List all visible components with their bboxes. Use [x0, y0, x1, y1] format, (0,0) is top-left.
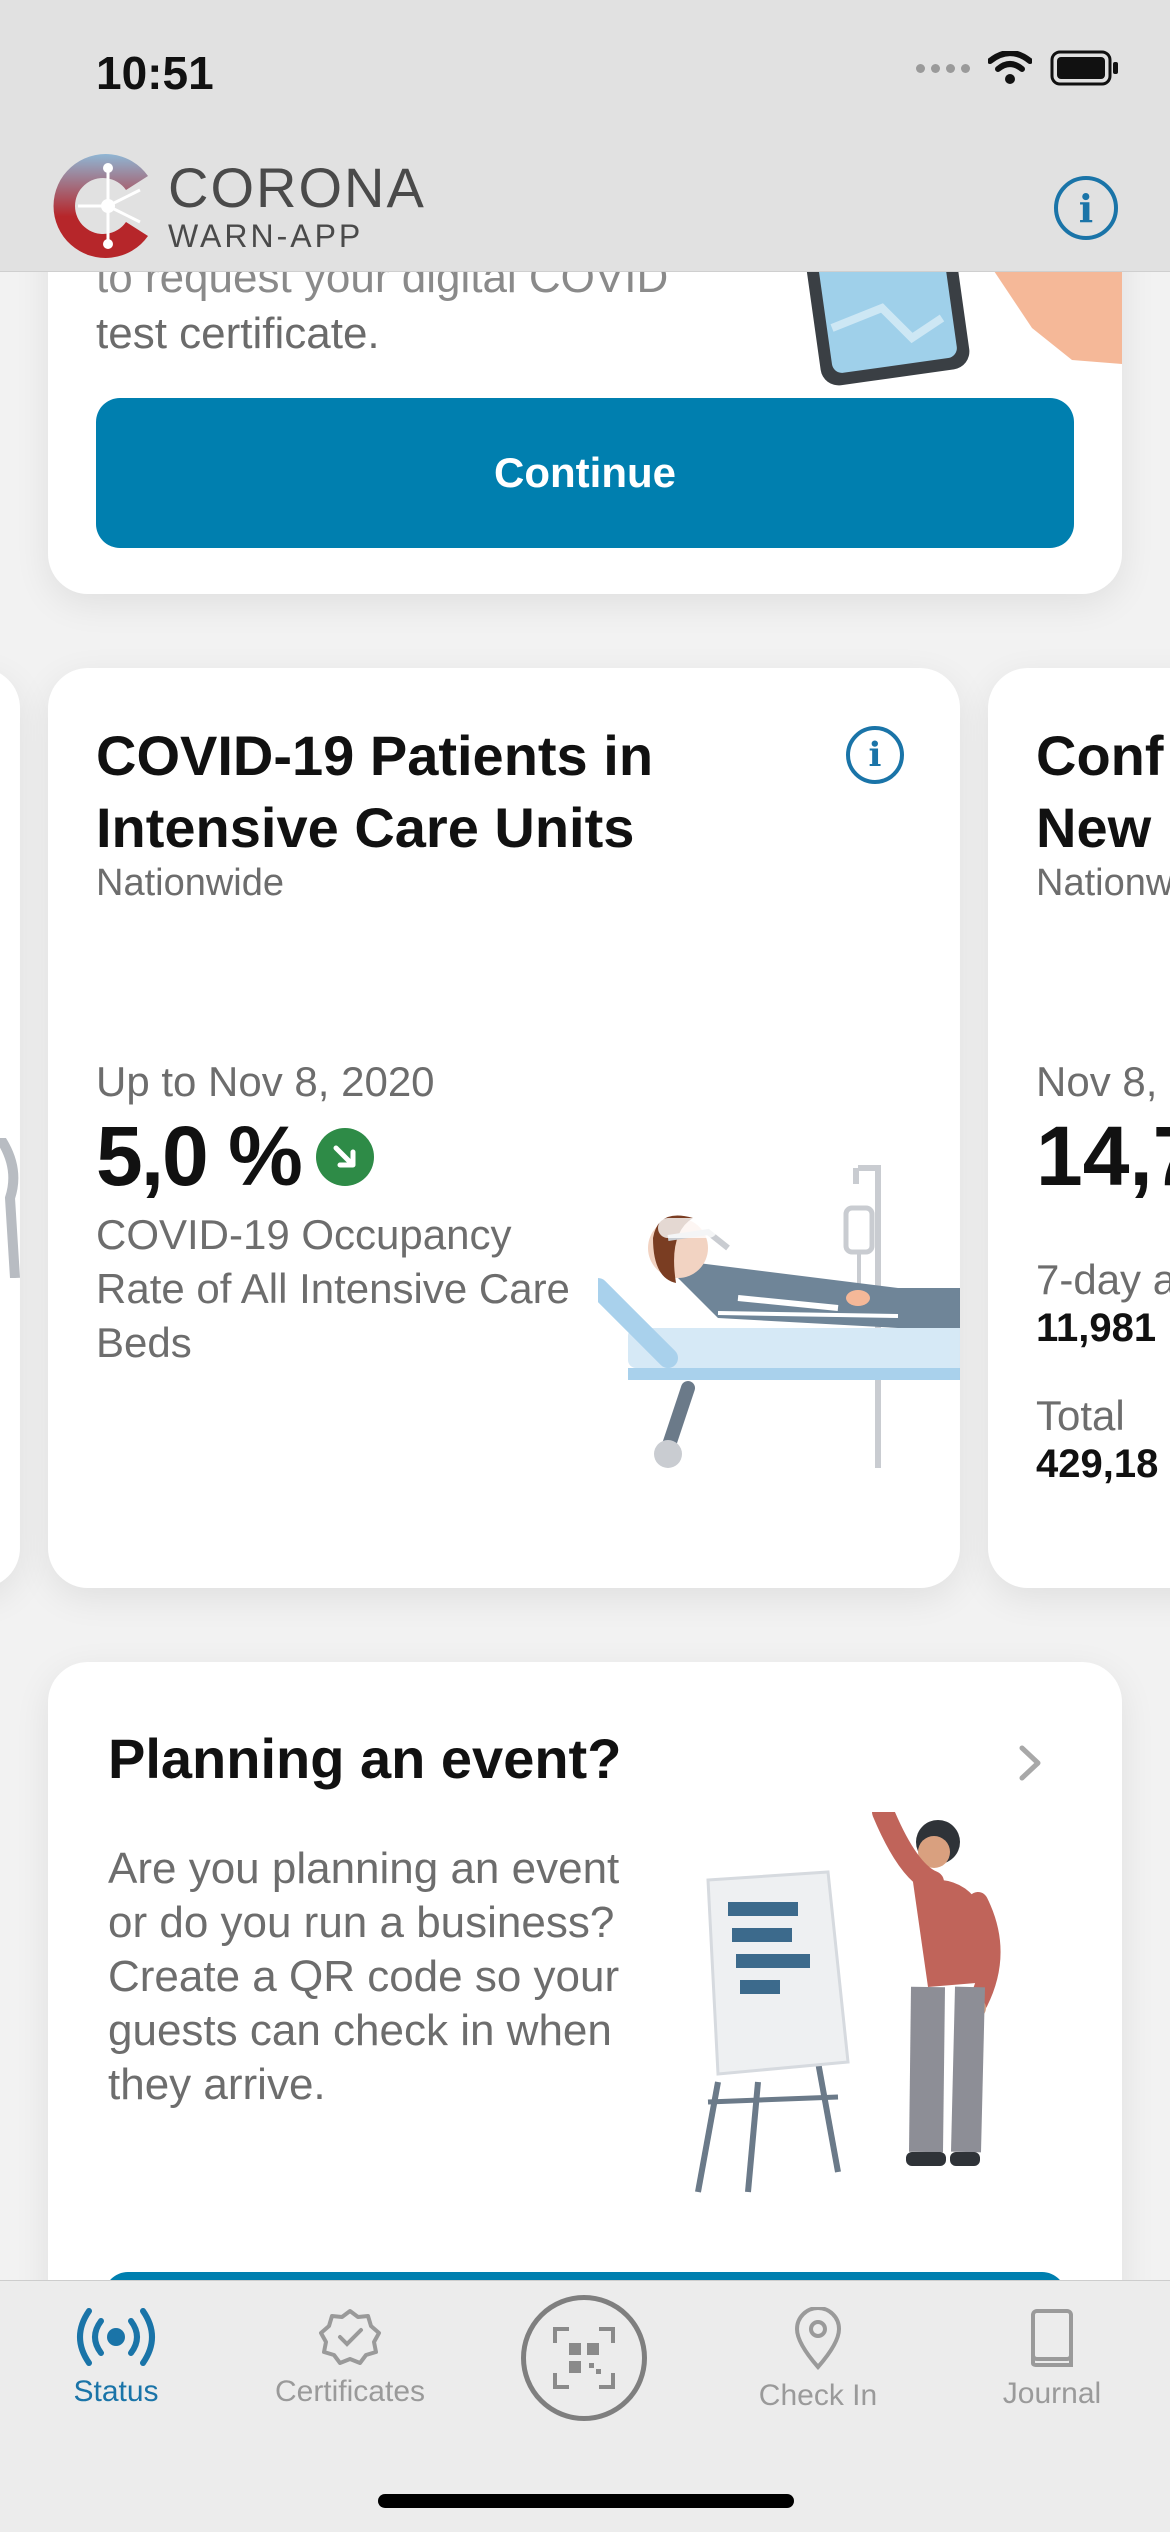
- wifi-icon: [988, 51, 1032, 84]
- app-name-secondary: WARN-APP: [168, 218, 364, 254]
- person-illustration-partial: [0, 1138, 20, 1278]
- tab-journal-label: Journal: [1002, 2377, 1102, 2410]
- icu-stat-card[interactable]: COVID-19 Patients in Intensive Care Unit…: [48, 668, 960, 1588]
- event-planning-card[interactable]: Planning an event? Are you planning an e…: [48, 1662, 1122, 2382]
- book-icon: [1031, 2309, 1073, 2367]
- event-card-description: Are you planning an event or do you run …: [108, 1844, 620, 2109]
- broadcast-icon: [77, 2308, 155, 2366]
- cases-total-label: Total: [1036, 1392, 1125, 1439]
- corona-warn-app-logo-icon: [53, 154, 148, 258]
- scan-qr-button[interactable]: [521, 2295, 647, 2421]
- home-indicator[interactable]: [378, 2494, 794, 2508]
- confirmed-cases-stat-card[interactable]: Conf New Nationw Nov 8, 14,7 7-day a 11,…: [988, 668, 1170, 1588]
- event-card-title: Planning an event?: [108, 1727, 622, 1790]
- info-icon[interactable]: i: [1054, 176, 1118, 240]
- cases-7day-value: 11,981: [1036, 1306, 1157, 1350]
- icu-stat-description: COVID-19 Occupancy Rate of All Intensive…: [96, 1211, 570, 1366]
- header-bar: 10:51 CORONA WARN-APP i: [0, 0, 1170, 272]
- app-logo: CORONA WARN-APP: [48, 146, 426, 266]
- icu-stat-title: COVID-19 Patients in Intensive Care Unit…: [96, 724, 654, 859]
- cellular-signal-icon: [916, 63, 970, 73]
- system-status-icons: [916, 50, 1120, 86]
- cases-total-value: 429,18: [1036, 1442, 1159, 1486]
- chevron-right-icon[interactable]: [1010, 1738, 1050, 1788]
- qr-scan-icon: [553, 2327, 615, 2389]
- cases-7day-label: 7-day a: [1036, 1256, 1170, 1303]
- icu-stat-region: Nationwide: [96, 862, 284, 904]
- location-pin-icon: [794, 2307, 842, 2371]
- app-name-primary: CORONA: [168, 156, 426, 219]
- app-screen: to request your digital COVID test certi…: [0, 0, 1170, 2532]
- info-icon[interactable]: i: [846, 726, 904, 784]
- battery-icon: [1050, 50, 1118, 86]
- trend-down-icon: [316, 1128, 374, 1186]
- tab-certificates[interactable]: Certificates: [250, 2307, 450, 2409]
- certificate-icon: [319, 2309, 381, 2365]
- continue-button[interactable]: Continue: [96, 398, 1074, 548]
- cases-stat-title-line1: Conf: [1036, 724, 1164, 787]
- status-time: 10:51: [96, 47, 214, 99]
- tab-check-in[interactable]: Check In: [718, 2307, 918, 2413]
- presenter-illustration: [695, 1812, 1001, 2193]
- icu-stat-date: Up to Nov 8, 2020: [96, 1058, 435, 1105]
- tab-status-label: Status: [73, 2375, 159, 2408]
- cases-stat-value: 14,7: [1036, 1109, 1170, 1203]
- icu-stat-value: 5,0 %: [96, 1109, 303, 1203]
- cases-stat-region: Nationw: [1036, 862, 1170, 904]
- icu-patient-illustration: [598, 1165, 960, 1468]
- certificate-info-line2: test certificate.: [96, 309, 380, 358]
- tab-journal[interactable]: Journal: [952, 2307, 1152, 2411]
- cases-stat-title: Conf New: [1036, 720, 1164, 864]
- tab-status[interactable]: Status: [16, 2307, 216, 2409]
- cases-stat-title-line2: New: [1036, 796, 1152, 859]
- previous-stat-card[interactable]: [0, 668, 20, 1588]
- cases-stat-date: Nov 8,: [1036, 1058, 1158, 1105]
- tab-certificates-label: Certificates: [274, 2375, 426, 2408]
- tab-check-in-label: Check In: [758, 2379, 878, 2412]
